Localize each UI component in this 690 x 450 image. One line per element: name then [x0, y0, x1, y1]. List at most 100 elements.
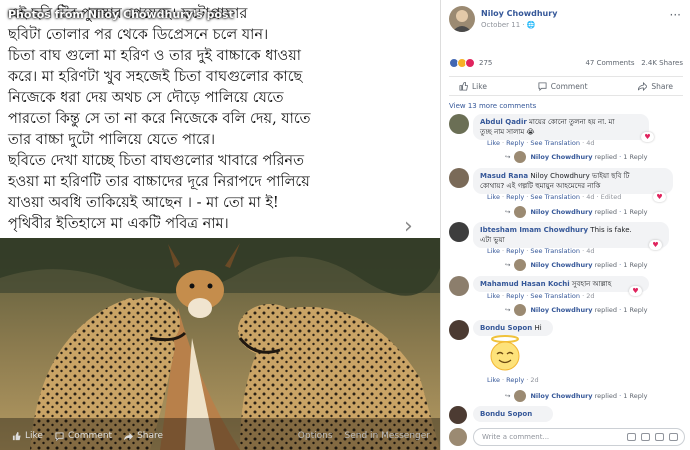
- sticker-icon[interactable]: [669, 433, 678, 441]
- shares-count-link[interactable]: 2.4K Shares: [641, 59, 683, 67]
- commenter-name[interactable]: Masud Rana: [480, 172, 528, 180]
- see-translation-link[interactable]: See Translation: [530, 247, 580, 255]
- view-replies-link[interactable]: ↪ Niloy Chowdhury replied · 1 Reply: [505, 304, 647, 316]
- love-reaction-badge-icon[interactable]: ♥: [629, 286, 642, 296]
- photo-action-bar: Like Comment Share Options Send in Messe…: [0, 422, 440, 450]
- love-reaction-badge-icon[interactable]: ♥: [649, 240, 662, 250]
- comment-text: This is fake.: [590, 226, 632, 234]
- share-button[interactable]: Share: [638, 81, 673, 91]
- view-replies-link[interactable]: ↪ Niloy Chowdhury replied · 1 Reply: [505, 151, 647, 163]
- author-face-icon: [452, 10, 472, 32]
- post-text-line: পারতো কিন্তু সে তা না করে নিজেকে বলি দেয…: [8, 111, 311, 127]
- reply-author-name: Niloy Chowdhury: [530, 392, 593, 400]
- comment-reply-link[interactable]: Reply: [506, 376, 524, 384]
- comment-like-link[interactable]: Like: [487, 139, 500, 147]
- reply-count: 1 Reply: [623, 392, 648, 400]
- commenter-name[interactable]: Bondu Sopon: [480, 410, 532, 418]
- comment-bubble: Mahamud Hasan Kochi সুবহান আল্লাহ: [473, 276, 649, 292]
- view-replies-link[interactable]: ↪ Niloy Chowdhury replied · 1 Reply: [505, 206, 647, 218]
- post-text-line: করে। মা হরিণটা খুব সহজেই চিতা বাঘগুলোর ক…: [8, 69, 303, 85]
- photo-comment-button[interactable]: Comment: [55, 431, 112, 441]
- see-translation-link[interactable]: See Translation: [530, 139, 580, 147]
- comment-time: 4d: [586, 247, 595, 255]
- love-reaction-badge-icon[interactable]: ♥: [653, 192, 666, 202]
- comment-reply-link[interactable]: Reply: [506, 247, 524, 255]
- post-text-line: তার বাচ্চা দুটো পালিয়ে যেতে পারে।: [8, 132, 216, 148]
- comment-text: মায়ের কোনো তুলনা হয় না. মা: [529, 118, 615, 126]
- comment-like-link[interactable]: Like: [487, 376, 500, 384]
- reply-count: 1 Reply: [623, 261, 648, 269]
- comment-meta: Like · Reply · See Translation · 4d: [487, 247, 595, 255]
- camera-icon[interactable]: [641, 433, 650, 441]
- post-sidebar: Niloy Chowdhury October 11 · 🌐 ··· 275 4…: [440, 0, 690, 450]
- comment-item: Bondu Sopon Hi Like · Reply · 2d ↪ Niloy…: [449, 320, 683, 406]
- gif-icon[interactable]: [655, 433, 664, 441]
- comment-like-link[interactable]: Like: [487, 247, 500, 255]
- commenter-avatar[interactable]: [449, 222, 469, 242]
- commenter-avatar[interactable]: [449, 320, 469, 340]
- comments-count-link[interactable]: 47 Comments: [585, 59, 634, 67]
- post-timestamp[interactable]: October 11 · 🌐: [481, 21, 536, 29]
- photo-options-button[interactable]: Options: [298, 431, 333, 441]
- commenter-name[interactable]: Ibtesham Imam Chowdhury: [480, 226, 588, 234]
- reply-count: 1 Reply: [623, 208, 648, 216]
- replied-word: replied: [594, 261, 618, 269]
- comment-like-link[interactable]: Like: [487, 292, 500, 300]
- reaction-summary[interactable]: 275: [449, 58, 492, 68]
- comment-item: Abdul Qadir মায়ের কোনো তুলনা হয় না. মা…: [449, 114, 683, 166]
- photo-comment-label: Comment: [67, 431, 113, 441]
- comment-time: 4d · Edited: [586, 193, 622, 201]
- reply-arrow-icon: ↪: [505, 261, 511, 269]
- next-photo-arrow-icon[interactable]: ›: [404, 214, 413, 239]
- like-button[interactable]: Like: [459, 81, 487, 91]
- commenter-name[interactable]: Mahamud Hasan Kochi: [480, 280, 570, 288]
- replied-word: replied: [594, 208, 618, 216]
- see-translation-link[interactable]: See Translation: [530, 193, 580, 201]
- commenter-avatar[interactable]: [449, 168, 469, 188]
- write-comment-placeholder: Write a comment...: [482, 433, 550, 441]
- commenter-name[interactable]: Bondu Sopon: [480, 324, 532, 332]
- see-translation-link[interactable]: See Translation: [530, 292, 580, 300]
- comment-composer: Write a comment...: [449, 428, 685, 446]
- comment-bubble: Bondu Sopon: [473, 406, 553, 422]
- comment-meta: Like · Reply · 2d: [487, 376, 539, 384]
- post-text-line: নিজেকে ধরা দেয় অথচ সে দৌড়ে পালিয়ে যেত…: [8, 90, 284, 106]
- author-name-link[interactable]: Niloy Chowdhury: [481, 9, 557, 18]
- comment-item: Ibtesham Imam Chowdhury This is fake. এট…: [449, 222, 683, 272]
- photo-like-button[interactable]: Like: [12, 431, 43, 441]
- commenter-avatar[interactable]: [449, 406, 467, 424]
- reply-author-avatar: [514, 206, 527, 218]
- commenter-name[interactable]: Abdul Qadir: [480, 118, 527, 126]
- comment-text: সুবহান আল্লাহ: [571, 280, 612, 288]
- commenter-avatar[interactable]: [449, 114, 469, 134]
- commenter-avatar[interactable]: [449, 276, 469, 296]
- share-icon: [638, 81, 648, 91]
- love-reaction-badge-icon[interactable]: ♥: [641, 132, 654, 142]
- view-replies-link[interactable]: ↪ Niloy Chowdhury replied · 1 Reply: [505, 259, 647, 271]
- post-action-bar: Like Comment Share: [449, 76, 683, 96]
- write-comment-input[interactable]: Write a comment...: [473, 428, 685, 446]
- comment-reply-link[interactable]: Reply: [506, 139, 524, 147]
- author-avatar[interactable]: [449, 6, 475, 32]
- composer-icons: [622, 433, 678, 441]
- view-replies-link[interactable]: ↪ Niloy Chowdhury replied · 1 Reply: [505, 390, 647, 402]
- share-label: Share: [651, 81, 673, 91]
- send-in-messenger-button[interactable]: Send in Messenger: [345, 431, 430, 441]
- comment-meta: Like · Reply · See Translation · 4d · Ed…: [487, 193, 622, 201]
- view-more-comments-link[interactable]: View 13 more comments: [449, 102, 536, 110]
- photo-share-button[interactable]: Share: [124, 431, 163, 441]
- emoji-icon[interactable]: [627, 433, 636, 441]
- photo-source-link[interactable]: Photos from Niloy Chowdhury's post: [8, 8, 234, 21]
- comment-button[interactable]: Comment: [538, 82, 588, 91]
- post-header: Niloy Chowdhury October 11 · 🌐 ···: [449, 6, 685, 34]
- comment-like-link[interactable]: Like: [487, 193, 500, 201]
- comment-reply-link[interactable]: Reply: [506, 292, 524, 300]
- comment-time: 4d: [586, 139, 595, 147]
- cheetah-deer-photo: [0, 238, 440, 450]
- reply-arrow-icon: ↪: [505, 208, 511, 216]
- reply-author-name: Niloy Chowdhury: [530, 153, 593, 161]
- post-text-card: এই ছবি টির পুরস্কার পেয়েছে। ফটোগ্রাফার …: [0, 0, 440, 238]
- post-options-menu[interactable]: ···: [670, 8, 681, 22]
- comment-reply-link[interactable]: Reply: [506, 193, 524, 201]
- reply-count: 1 Reply: [623, 153, 648, 161]
